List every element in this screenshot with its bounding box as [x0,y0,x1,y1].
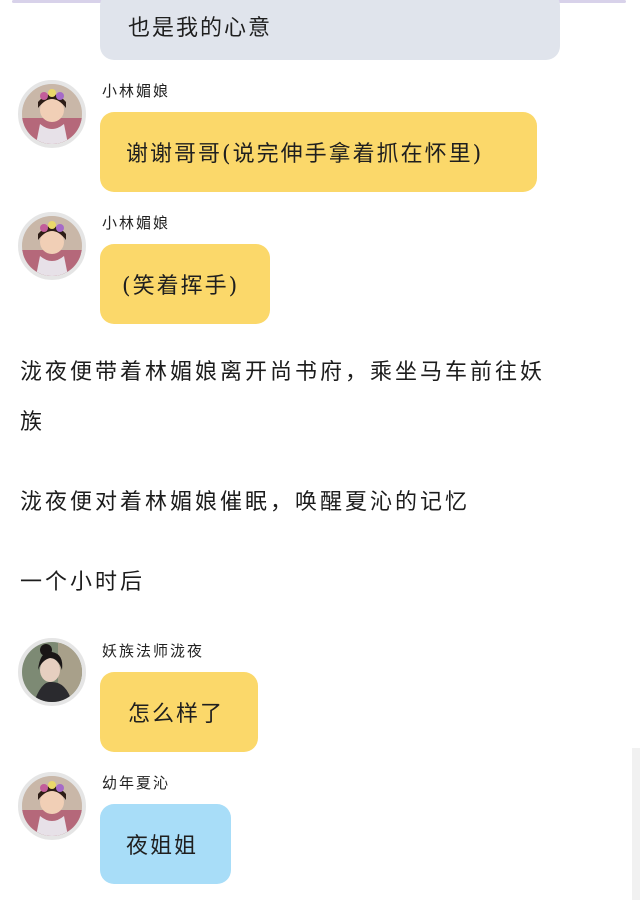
speaker-name: 妖族法师泷夜 [102,642,205,660]
chat-bubble-text: 也是我的心意 [128,16,273,41]
girl-avatar-icon [22,84,82,144]
narration-line: 泷夜便带着林媚娘离开尚书府，乘坐马车前往妖 [20,360,546,385]
avatar[interactable] [18,80,86,148]
narration-line: 一个小时后 [20,570,146,595]
avatar[interactable] [18,772,86,840]
narration-text: 泷夜便带着林媚娘离开尚书府，乘坐马车前往妖 族 [20,348,545,448]
narration-text: 泷夜便对着林媚娘催眠，唤醒夏沁的记忆 [20,478,470,528]
speaker-name: 小林媚娘 [102,82,171,100]
chat-bubble-text: 怎么样了 [128,702,225,727]
scrollbar-track[interactable] [632,748,640,900]
avatar[interactable] [18,212,86,280]
avatar[interactable] [18,638,86,706]
chat-bubble[interactable]: 谢谢哥哥(说完伸手拿着抓在怀里) [100,112,537,192]
mage-avatar-icon [22,642,82,702]
speaker-name: 小林媚娘 [102,214,171,232]
girl-avatar-icon [22,216,82,276]
girl-avatar-icon [22,776,82,836]
narration-text: 一个小时后 [20,558,145,608]
chat-bubble-text: (笑着挥手) [122,274,240,299]
chat-bubble[interactable]: 怎么样了 [100,672,258,752]
speaker-name: 幼年夏沁 [102,774,171,792]
narration-line: 泷夜便对着林媚娘催眠，唤醒夏沁的记忆 [20,490,471,515]
chat-bubble[interactable]: 夜姐姐 [100,804,231,884]
chat-bubble-text: 夜姐姐 [126,834,199,859]
chat-bubble[interactable]: (笑着挥手) [100,244,270,324]
narration-line: 族 [20,410,46,435]
chat-bubble-text: 谢谢哥哥(说完伸手拿着抓在怀里) [126,142,484,167]
chat-bubble[interactable]: 也是我的心意 [100,0,560,60]
